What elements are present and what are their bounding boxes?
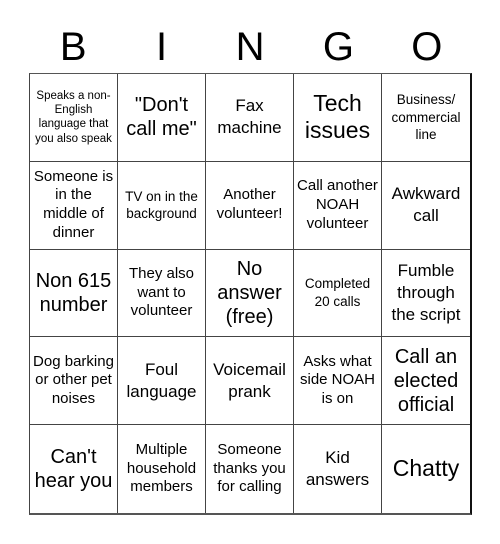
cell-text: Fax machine (217, 96, 282, 138)
cell-text: Non 615 number (35, 269, 112, 316)
cell-text: Dog barking or other pet noises (33, 352, 114, 408)
bingo-cell free-space[interactable]: No answer (free) (206, 249, 294, 338)
cell-text: Multiple household members (126, 440, 197, 496)
cell-text: Foul language (126, 359, 197, 401)
bingo-cell[interactable]: Tech issues (294, 74, 382, 162)
bingo-cell[interactable]: Voicemail prank (206, 337, 294, 426)
bingo-cell[interactable]: They also want to volunteer (118, 249, 206, 338)
cell-text: Tech issues (304, 89, 371, 144)
bingo-cell[interactable]: Someone thanks you for calling (206, 425, 294, 513)
bingo-cell[interactable]: Kid answers (294, 425, 382, 513)
cell-text: Awkward call (391, 184, 461, 226)
cell-text: Business/ commercial line (391, 92, 461, 143)
bingo-cell[interactable]: Foul language (118, 337, 206, 426)
bingo-cell[interactable]: Dog barking or other pet noises (30, 337, 118, 426)
bingo-cell[interactable]: Call another NOAH volunteer (294, 161, 382, 250)
cell-text: Call another NOAH volunteer (297, 177, 378, 232)
cell-text: Another volunteer! (216, 186, 283, 223)
cell-text: Fumble through the script (391, 260, 461, 325)
cell-text: Someone thanks you for calling (213, 440, 286, 496)
bingo-cell[interactable]: Multiple household members (118, 425, 206, 513)
bingo-cell[interactable]: Can't hear you (30, 425, 118, 513)
bingo-card-grid: Speaks a non-English language that you a… (29, 73, 472, 515)
bingo-cell[interactable]: Another volunteer! (206, 161, 294, 250)
bingo-cell[interactable]: Non 615 number (30, 249, 118, 338)
bingo-cell[interactable]: Someone is in the middle of dinner (30, 161, 118, 250)
cell-text: Voicemail prank (213, 359, 286, 401)
bingo-cell[interactable]: Chatty (382, 425, 470, 513)
bingo-cell[interactable]: Fax machine (206, 74, 294, 162)
cell-text: No answer (free) (217, 257, 282, 328)
bingo-cell[interactable]: Business/ commercial line (382, 74, 470, 162)
cell-text: "Don't call me" (126, 94, 197, 141)
cell-text: Can't hear you (34, 446, 113, 493)
header-letter-g: G (322, 25, 354, 69)
bingo-cell[interactable]: Awkward call (382, 162, 470, 250)
bingo-cell[interactable]: "Don't call me" (118, 74, 206, 162)
cell-text: Kid answers (305, 448, 370, 490)
header-letter-i: I (156, 25, 168, 69)
cell-text: Someone is in the middle of dinner (33, 167, 114, 241)
cell-text: Chatty (392, 455, 460, 482)
bingo-cell[interactable]: TV on in the background (118, 161, 206, 250)
header-letter-o: O (411, 25, 443, 69)
bingo-cell[interactable]: Asks what side NOAH is on (294, 337, 382, 426)
bingo-cell[interactable]: Completed 20 calls (294, 249, 382, 338)
cell-text: TV on in the background (125, 188, 198, 222)
header-letter-b: B (59, 25, 87, 69)
cell-text: Completed 20 calls (304, 276, 371, 309)
cell-text: Asks what side NOAH is on (299, 352, 376, 408)
header-letter-n: N (235, 25, 265, 69)
bingo-header: B I N G O (29, 22, 471, 72)
cell-text: Speaks a non-English language that you a… (35, 89, 112, 145)
cell-text: Call an elected official (393, 345, 459, 416)
bingo-cell[interactable]: Call an elected official (382, 337, 470, 426)
cell-text: They also want to volunteer (128, 264, 195, 320)
bingo-cell[interactable]: Fumble through the script (382, 250, 470, 338)
bingo-cell[interactable]: Speaks a non-English language that you a… (30, 74, 118, 162)
